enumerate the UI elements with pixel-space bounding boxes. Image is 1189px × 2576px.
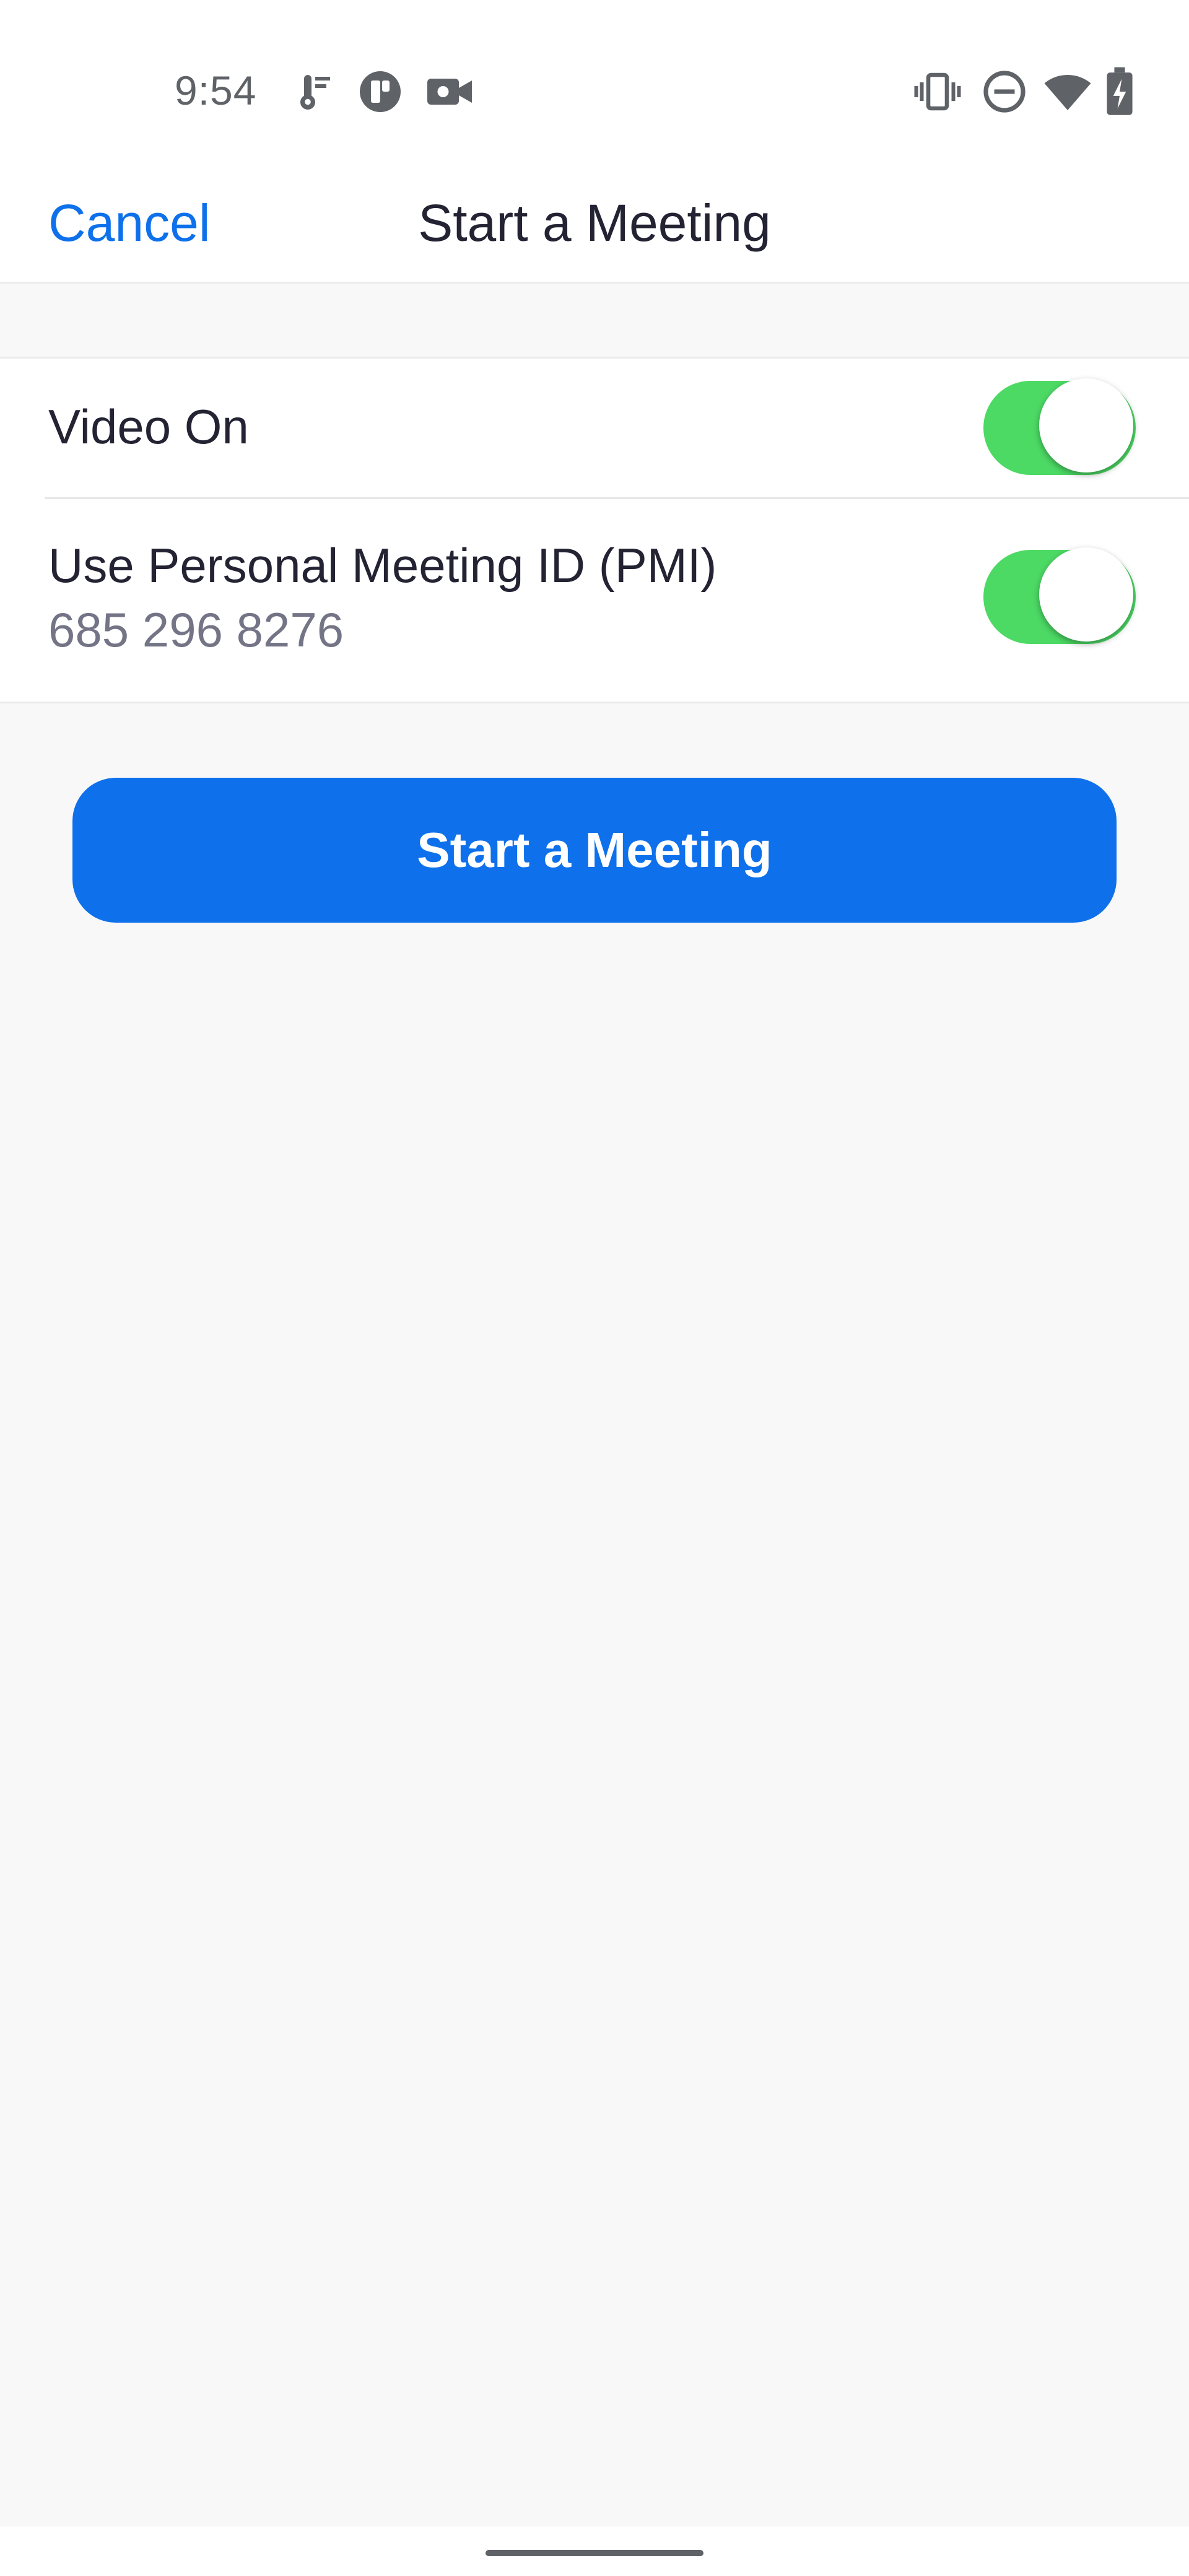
pmi-label: Use Personal Meeting ID (PMI) bbox=[48, 538, 717, 593]
status-time: 9:54 bbox=[175, 67, 257, 113]
status-bar: 9:54 bbox=[0, 0, 1189, 180]
home-indicator[interactable] bbox=[486, 2550, 703, 2556]
pmi-toggle[interactable] bbox=[983, 547, 1139, 646]
meeting-settings: Video On Use Personal Meeting ID (PMI) 6… bbox=[0, 357, 1189, 703]
wifi-icon bbox=[1044, 75, 1091, 110]
start-meeting-button[interactable]: Start a Meeting bbox=[72, 778, 1117, 923]
meeting-id: 685 296 8276 bbox=[48, 603, 344, 657]
cancel-button[interactable]: Cancel bbox=[48, 193, 210, 253]
section-spacer bbox=[0, 284, 1189, 357]
battery-charging-icon bbox=[1107, 67, 1133, 115]
video-on-toggle[interactable] bbox=[983, 378, 1139, 477]
video-on-label: Video On bbox=[48, 399, 249, 454]
thermometer-icon bbox=[300, 75, 330, 110]
nav-bar: Start a Meeting Cancel bbox=[0, 180, 1189, 284]
gesture-bar bbox=[0, 2526, 1189, 2576]
do-not-disturb-icon bbox=[983, 71, 1026, 113]
toggle-knob bbox=[1039, 547, 1133, 642]
app-notification-icon bbox=[360, 71, 401, 112]
pmi-row[interactable]: Use Personal Meeting ID (PMI) 685 296 82… bbox=[0, 498, 1189, 703]
vibrate-icon bbox=[914, 72, 961, 111]
video-on-row[interactable]: Video On bbox=[0, 359, 1189, 498]
toggle-knob bbox=[1039, 378, 1133, 472]
video-camera-icon bbox=[427, 79, 472, 105]
